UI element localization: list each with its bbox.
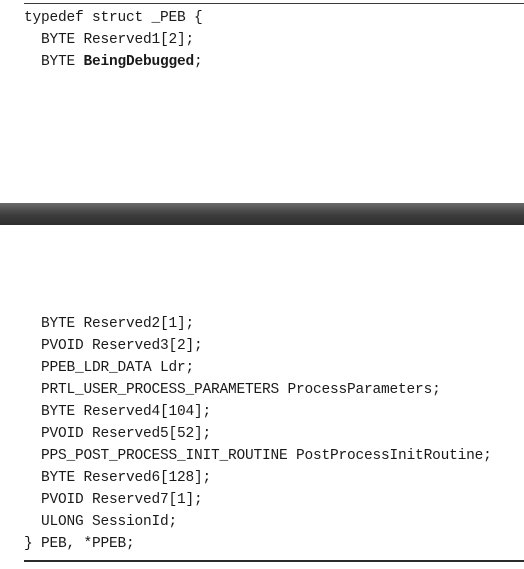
code-line: PRTL_USER_PROCESS_PARAMETERS ProcessPara…: [41, 382, 441, 398]
code-line: PVOID Reserved5[52];: [41, 426, 212, 442]
code-block-top: typedef struct _PEB { BYTE Reserved1[2]; B…: [24, 7, 203, 73]
top-rule: [24, 3, 524, 4]
code-block-bottom: BYTE Reserved2[1]; PVOID Reserved3[2]; PPE…: [24, 313, 492, 555]
code-line: BYTE Reserved6[128];: [41, 470, 212, 486]
code-line: PVOID Reserved7[1];: [41, 492, 203, 508]
code-line: ULONG SessionId;: [41, 514, 178, 530]
code-line: PPS_POST_PROCESS_INIT_ROUTINE PostProces…: [41, 448, 492, 464]
being-debugged-field: BeingDebugged: [83, 54, 195, 70]
code-line-typedef: typedef struct _PEB {: [24, 10, 203, 26]
bottom-rule: [24, 560, 524, 562]
section-divider-bar: [0, 203, 524, 225]
being-debugged-semicolon: ;: [194, 54, 203, 70]
being-debugged-type: BYTE: [41, 54, 84, 70]
code-line: PVOID Reserved3[2];: [41, 338, 203, 354]
code-line-being-debugged: BYTE BeingDebugged;: [24, 51, 203, 73]
code-line: BYTE Reserved4[104];: [41, 404, 212, 420]
code-line-reserved1: BYTE Reserved1[2];: [41, 32, 195, 48]
code-line: PPEB_LDR_DATA Ldr;: [41, 360, 195, 376]
code-line: BYTE Reserved2[1];: [41, 316, 195, 332]
code-line-closing: } PEB, *PPEB;: [24, 536, 135, 552]
